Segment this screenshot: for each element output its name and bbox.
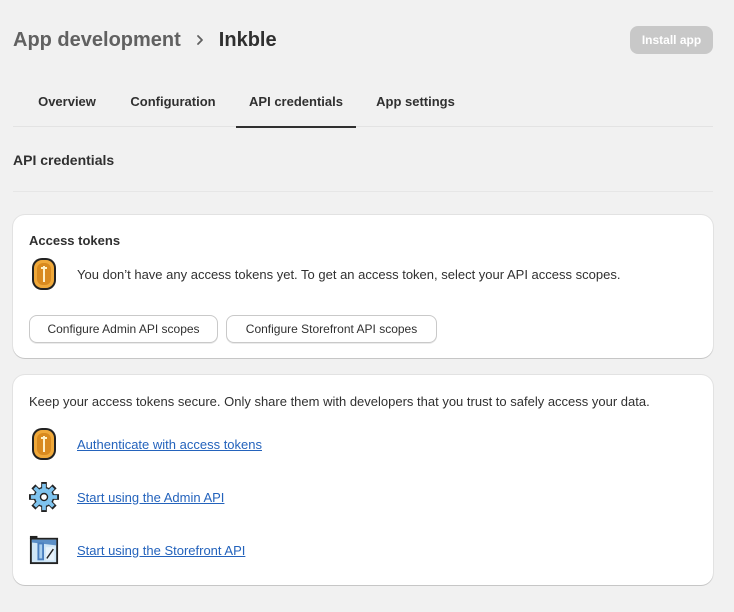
install-app-button[interactable]: Install app xyxy=(630,26,713,54)
resources-card: Keep your access tokens secure. Only sha… xyxy=(13,375,713,585)
start-using-admin-api-link[interactable]: Start using the Admin API xyxy=(77,490,224,505)
divider xyxy=(13,191,713,192)
tab-overview[interactable]: Overview xyxy=(25,82,109,127)
security-note: Keep your access tokens secure. Only sha… xyxy=(29,394,650,409)
breadcrumb-parent-link[interactable]: App development xyxy=(13,29,181,52)
configure-admin-api-scopes-button[interactable]: Configure Admin API scopes xyxy=(29,315,218,343)
page-header: App development Inkble Install app xyxy=(13,26,713,54)
configure-storefront-api-scopes-button[interactable]: Configure Storefront API scopes xyxy=(226,315,437,343)
coin-icon xyxy=(29,427,59,461)
start-using-storefront-api-link[interactable]: Start using the Storefront API xyxy=(77,543,245,558)
access-tokens-card: Access tokens You don’t have any access … xyxy=(13,215,713,358)
page-title: Inkble xyxy=(218,28,277,51)
tab-configuration[interactable]: Configuration xyxy=(121,82,225,127)
resource-link-row: Start using the Storefront API xyxy=(29,533,245,567)
empty-state-row: You don’t have any access tokens yet. To… xyxy=(29,257,620,291)
chevron-right-icon xyxy=(195,34,205,46)
authenticate-with-access-tokens-link[interactable]: Authenticate with access tokens xyxy=(77,437,262,452)
resource-link-row: Authenticate with access tokens xyxy=(29,427,262,461)
tab-api-credentials[interactable]: API credentials xyxy=(236,82,356,128)
tab-bar: Overview Configuration API credentials A… xyxy=(13,82,713,128)
storefront-icon xyxy=(29,533,59,567)
resource-link-row: Start using the Admin API xyxy=(29,480,224,514)
card-title: Access tokens xyxy=(29,233,121,248)
empty-state-message: You don’t have any access tokens yet. To… xyxy=(77,266,621,282)
gear-icon xyxy=(29,480,59,514)
tab-app-settings[interactable]: App settings xyxy=(367,82,464,127)
section-title: API credentials xyxy=(13,152,115,168)
coin-icon xyxy=(29,257,59,291)
